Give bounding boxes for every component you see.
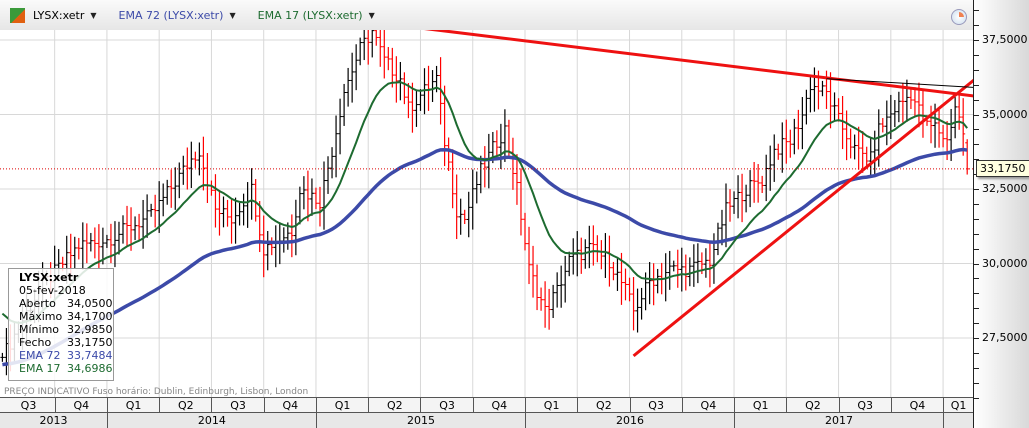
- quarter-label: Q3: [838, 398, 891, 413]
- tooltip-label: Máximo: [19, 310, 63, 323]
- quarter-label: Q2: [159, 398, 211, 413]
- chevron-down-icon: ▼: [229, 10, 236, 20]
- y-tick: [973, 69, 979, 71]
- y-tick: [973, 352, 979, 354]
- symbol-label: LYSX:xetr: [33, 8, 85, 22]
- tooltip-row: Fecho 33,1750: [19, 336, 113, 349]
- y-tick: [973, 203, 979, 205]
- quarter-label: Q1: [315, 398, 368, 413]
- symbol-legend[interactable]: LYSX:xetr ▼: [33, 9, 97, 22]
- y-tick: [973, 323, 979, 325]
- tooltip-value: 34,1700: [67, 310, 113, 323]
- quarter-label: Q4: [681, 398, 734, 413]
- y-tick: [973, 233, 979, 235]
- ema17-legend[interactable]: EMA 17 (LYSX:xetr) ▼: [258, 9, 375, 22]
- quarter-label: Q1: [106, 398, 159, 413]
- tooltip-value: 34,6986: [67, 362, 113, 375]
- quarter-label: Q2: [786, 398, 838, 413]
- year-label: 2015: [315, 413, 525, 428]
- quarter-label: Q4: [263, 398, 316, 413]
- y-tick-label: 30,0000: [982, 256, 1028, 270]
- tooltip-row: Mínimo 32,9850: [19, 323, 113, 336]
- quarter-label: Q3: [20, 399, 37, 412]
- tooltip-value: 34,0500: [67, 297, 113, 310]
- y-tick: [973, 144, 979, 146]
- y-tick: [973, 397, 979, 399]
- quarter-label: Q1: [525, 398, 577, 413]
- ema72-label: EMA 72 (LYSX:xetr): [118, 8, 224, 22]
- equity-logo-icon: [10, 7, 25, 23]
- clock-icon[interactable]: [951, 9, 967, 25]
- price-chart[interactable]: [0, 0, 973, 397]
- quarter-label: Q1: [734, 398, 786, 413]
- y-tick: [973, 308, 979, 310]
- tooltip-value: 33,7484: [67, 349, 113, 362]
- tooltip-value: 32,9850: [67, 323, 113, 336]
- y-tick: [973, 367, 979, 369]
- footer-note: PREÇO INDICATIVO Fuso horário: Dublin, E…: [4, 387, 309, 397]
- y-tick: [973, 25, 979, 27]
- tooltip-title: LYSX:xetr: [19, 271, 79, 284]
- tooltip-date: 05-fev-2018: [19, 284, 86, 297]
- ema72-legend[interactable]: EMA 72 (LYSX:xetr) ▼: [119, 9, 236, 22]
- quarter-label: Q3: [629, 398, 682, 413]
- chevron-down-icon: ▼: [368, 10, 375, 20]
- y-tick: [973, 114, 979, 116]
- ema17-label: EMA 17 (LYSX:xetr): [257, 8, 363, 22]
- y-tick: [973, 338, 979, 339]
- price-axis[interactable]: [973, 0, 1029, 428]
- y-tick: [973, 84, 979, 86]
- y-tick-label: 35,0000: [982, 107, 1028, 121]
- tooltip-label: Aberto: [19, 297, 56, 310]
- quarter-label: Q3: [211, 398, 263, 413]
- tooltip-row: Máximo 34,1700: [19, 310, 113, 323]
- current-price-label: 33,1750: [976, 159, 1029, 177]
- y-tick: [973, 189, 979, 190]
- chevron-down-icon: ▼: [90, 10, 97, 20]
- tooltip-row: EMA 72 33,7484: [19, 349, 113, 362]
- y-tick: [973, 263, 979, 265]
- trendline-support: [632, 78, 973, 358]
- trendline-resistance: [372, 20, 973, 98]
- y-tick-label: 37,5000: [982, 33, 1028, 46]
- tooltip-label: EMA 72: [19, 349, 61, 362]
- year-cell-2018: [943, 413, 973, 428]
- year-axis: 2013 2014 2015 2016 2017: [0, 412, 973, 428]
- year-label: 2013: [39, 414, 68, 427]
- year-label: 2017: [734, 413, 943, 428]
- y-tick: [973, 129, 979, 131]
- y-tick: [973, 54, 979, 56]
- year-label: 2016: [525, 413, 734, 428]
- y-tick-label: 27,5000: [982, 331, 1028, 344]
- tooltip-row: Aberto 34,0500: [19, 297, 113, 310]
- quarter-label: Q2: [368, 398, 420, 413]
- tooltip-label: Mínimo: [19, 323, 60, 336]
- tooltip-label: Fecho: [19, 336, 52, 349]
- quarter-label: Q4: [54, 398, 107, 413]
- legend-bar: LYSX:xetr ▼ EMA 72 (LYSX:xetr) ▼ EMA 17 (L…: [0, 0, 973, 30]
- tooltip-value: 33,1750: [67, 336, 113, 349]
- quarter-label: Q3: [420, 398, 472, 413]
- quarter-axis: Q3 Q4 Q1 Q2 Q3 Q4 Q1 Q2 Q3 Q4 Q1 Q2 Q3 Q4 Q1 Q2 Q3 Q4 Q1: [0, 397, 973, 413]
- year-label: 2014: [106, 413, 316, 428]
- y-tick-label: 32,5000: [982, 182, 1028, 195]
- y-tick: [973, 248, 979, 250]
- y-tick: [973, 218, 979, 220]
- tooltip-label: EMA 17: [19, 362, 61, 375]
- y-tick: [973, 99, 979, 101]
- quarter-label: Q1: [943, 398, 973, 413]
- tooltip-row: EMA 17 34,6986: [19, 362, 113, 375]
- y-tick: [973, 40, 979, 41]
- y-tick: [973, 10, 979, 12]
- quarter-label: Q4: [890, 398, 943, 413]
- data-tooltip: LYSX:xetr 05-fev-2018 Aberto 34,0500 Máxim…: [8, 268, 114, 381]
- y-tick: [973, 293, 979, 295]
- y-tick: [973, 278, 979, 280]
- y-tick: [973, 382, 979, 384]
- quarter-label: Q4: [472, 398, 525, 413]
- quarter-label: Q2: [577, 398, 629, 413]
